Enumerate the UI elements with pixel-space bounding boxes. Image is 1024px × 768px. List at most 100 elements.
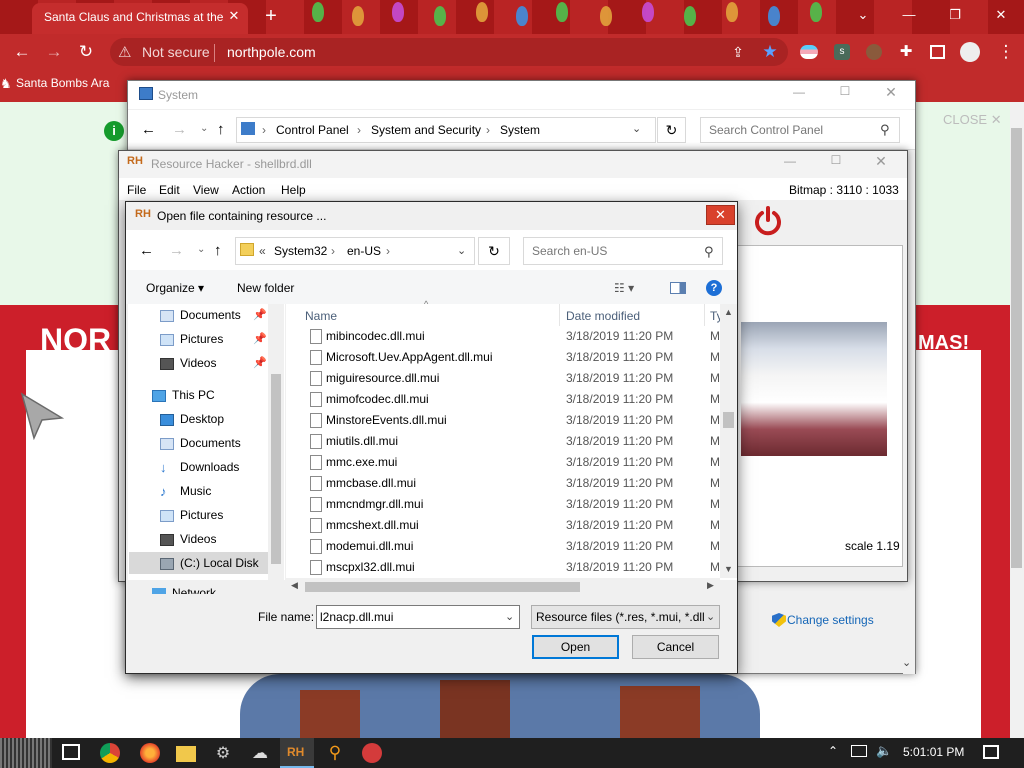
nav-item-this-pc[interactable]: This PC [152,384,215,406]
nav-item-music[interactable]: ♪ Music [160,480,211,502]
dialog-forward-icon[interactable]: → [169,242,184,259]
dialog-close-icon[interactable]: ✕ [706,205,735,225]
file-row[interactable]: miutils.dll.mui 3/18/2019 11:20 PM M [306,431,720,452]
network-tray-icon[interactable] [851,745,867,757]
file-row[interactable]: MinstoreEvents.dll.mui 3/18/2019 11:20 PM… [306,410,720,431]
column-header-name[interactable]: Name [305,309,337,323]
nav-item-network[interactable]: Network [152,584,216,594]
nav-item-local-disk[interactable]: (C:) Local Disk [129,552,268,574]
preview-pane-icon[interactable] [670,282,686,294]
file-explorer-taskbar-icon[interactable] [176,746,196,762]
extensions-puzzle-icon[interactable]: ✚ [896,42,916,62]
dialog-refresh-icon[interactable]: ↻ [478,237,510,265]
side-panel-icon[interactable] [930,45,945,59]
power-icon[interactable] [752,204,784,238]
system-search-input[interactable]: Search Control Panel [700,117,900,143]
cancel-button[interactable]: Cancel [632,635,719,659]
url-text[interactable]: northpole.com [227,44,316,60]
nav-item-documents-quick[interactable]: Documents [160,304,241,326]
file-row[interactable]: modemui.dll.mui 3/18/2019 11:20 PM M [306,536,720,557]
dialog-address-dropdown-icon[interactable]: ⌄ [457,244,466,257]
new-folder-button[interactable]: New folder [237,281,294,295]
nav-item-documents[interactable]: Documents [160,432,241,454]
system-scroll-down-icon[interactable]: ⌄ [902,656,911,669]
dialog-recent-icon[interactable]: ⌄ [197,244,205,255]
view-options-icon[interactable]: ☷ ▾ [614,281,634,295]
scroll-right-icon[interactable]: ▶ [707,580,714,591]
firefox-taskbar-icon[interactable] [140,743,160,763]
profile-avatar-icon[interactable] [960,42,980,62]
path-overflow[interactable]: « [259,244,266,258]
notifications-icon[interactable] [983,745,999,759]
menu-view[interactable]: View [193,183,219,197]
search-app-taskbar-icon[interactable]: ⚲ [325,743,345,763]
dialog-up-icon[interactable]: ↑ [214,242,222,259]
bookmark-item[interactable]: Santa Bombs Ara [16,76,109,90]
file-row[interactable]: mmcshext.dll.mui 3/18/2019 11:20 PM M [306,515,720,536]
tray-chevron-icon[interactable]: ⌃ [828,744,838,758]
rh-close-icon[interactable]: ✕ [866,153,896,171]
nav-item-desktop[interactable]: Desktop [160,408,224,430]
vertical-scrollbar-thumb[interactable] [723,412,734,428]
system-address-dropdown-icon[interactable]: ⌄ [632,122,641,135]
system-back-icon[interactable]: ← [141,121,156,138]
path-en-us[interactable]: en-US [347,244,381,258]
menu-file[interactable]: File [127,183,146,197]
file-row[interactable]: mmc.exe.mui 3/18/2019 11:20 PM M [306,452,720,473]
system-recent-icon[interactable]: ⌄ [200,123,208,134]
menu-help[interactable]: Help [281,183,306,197]
system-maximize-icon[interactable]: ☐ [830,84,860,102]
change-settings-link[interactable]: Change settings [787,613,874,627]
dialog-back-icon[interactable]: ← [139,242,154,259]
bookmark-star-icon[interactable]: ★ [760,42,780,62]
forward-icon[interactable]: → [44,42,64,62]
file-row[interactable]: mmcbase.dll.mui 3/18/2019 11:20 PM M [306,473,720,494]
extension-flag-icon[interactable] [800,45,818,59]
scroll-left-icon[interactable]: ◀ [291,580,298,591]
breadcrumb-system[interactable]: System [500,123,540,137]
paint-taskbar-icon[interactable]: ☁ [250,743,270,763]
taskbar-clock[interactable]: 5:01:01 PM [903,745,964,759]
help-icon[interactable]: ? [706,280,722,296]
menu-kebab-icon[interactable]: ⋮ [996,42,1016,62]
column-header-date[interactable]: Date modified [566,309,640,323]
restore-icon[interactable]: ❐ [932,0,978,30]
tab-search-icon[interactable]: ⌄ [840,0,886,30]
scroll-up-icon[interactable]: ▲ [724,307,733,317]
browser-tab[interactable]: Santa Claus and Christmas at the [32,3,248,34]
tool-taskbar-icon[interactable]: ⚙ [213,743,233,763]
dialog-search-input[interactable]: Search en-US [523,237,723,265]
new-tab-button[interactable]: + [262,6,280,26]
menu-action[interactable]: Action [232,183,265,197]
file-name-dropdown-icon[interactable]: ⌄ [505,610,514,623]
breadcrumb-control-panel[interactable]: Control Panel [276,123,349,137]
system-minimize-icon[interactable]: — [784,85,814,103]
address-bar[interactable] [110,38,788,66]
path-system32[interactable]: System32 [274,244,327,258]
share-icon[interactable]: ⇪ [728,42,748,62]
file-row[interactable]: Microsoft.Uev.AppAgent.dll.mui 3/18/2019 … [306,347,720,368]
system-close-icon[interactable]: ✕ [876,84,906,102]
nav-item-videos[interactable]: Videos [160,528,216,550]
file-row[interactable]: miguiresource.dll.mui 3/18/2019 11:20 PM M [306,368,720,389]
back-icon[interactable]: ← [12,42,32,62]
system-up-icon[interactable]: ↑ [217,121,225,138]
system-forward-icon[interactable]: → [172,121,187,138]
file-row[interactable]: mmcndmgr.dll.mui 3/18/2019 11:20 PM M [306,494,720,515]
security-label[interactable]: Not secure [142,44,210,60]
nav-item-downloads[interactable]: ↓ Downloads [160,456,239,478]
horizontal-scrollbar-thumb[interactable] [305,582,580,592]
file-row[interactable]: mibincodec.dll.mui 3/18/2019 11:20 PM M [306,326,720,347]
minimize-icon[interactable]: — [886,0,932,30]
profile-extension-icon[interactable] [866,44,882,60]
app-taskbar-icon[interactable] [362,743,382,763]
menu-edit[interactable]: Edit [159,183,180,197]
file-row[interactable]: mscpxl32.dll.mui 3/18/2019 11:20 PM M [306,557,720,578]
file-name-input[interactable]: l2nacp.dll.mui [316,605,520,629]
extension-s-icon[interactable]: s [834,44,850,60]
nav-item-pictures-quick[interactable]: Pictures [160,328,223,350]
scroll-down-icon[interactable]: ▼ [724,564,733,574]
rh-minimize-icon[interactable]: — [775,154,805,172]
warning-icon[interactable]: ⚠ [118,43,131,61]
tab-close-icon[interactable]: ✕ [226,8,242,24]
